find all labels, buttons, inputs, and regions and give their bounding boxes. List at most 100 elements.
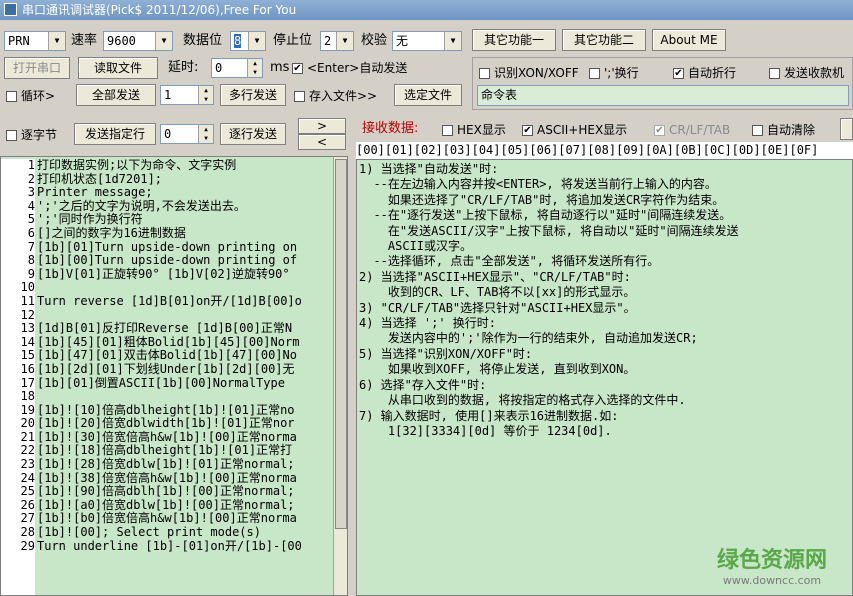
line-number: 9	[27, 266, 35, 281]
line-number: 11	[20, 293, 35, 308]
editor-line[interactable]: Printer message;	[37, 186, 333, 200]
editor-line[interactable]: [1b]![00]; Select print mode(s)	[37, 525, 333, 540]
send-specified-line-button[interactable]: 发送指定行	[74, 123, 156, 145]
arrow-left-button[interactable]: <	[298, 134, 346, 150]
editor-line[interactable]: []之间的数字为16进制数据	[37, 226, 333, 241]
chevron-down-icon[interactable]: ▼	[444, 32, 461, 50]
editor-line[interactable]: 打印机状态[1d7201];	[37, 172, 333, 187]
chevron-down-icon[interactable]: ▼	[248, 32, 265, 50]
clear-button[interactable]	[840, 118, 853, 140]
editor-line[interactable]: [1b][00]Turn upside-down printing of	[37, 254, 333, 268]
databits-select[interactable]: 8 ▼	[230, 31, 266, 51]
read-file-button[interactable]: 读取文件	[78, 57, 158, 79]
loop-count-input[interactable]: 1 ▲ ▼	[160, 85, 214, 105]
editor-line[interactable]	[37, 309, 333, 323]
hex-column-header: [00][01][02][03][04][05][06][07][08][09]…	[356, 142, 853, 159]
other-func2-button[interactable]: 其它功能二	[562, 29, 646, 51]
spinner-icon[interactable]: ▲ ▼	[198, 125, 213, 143]
baud-select[interactable]: 9600 ▼	[103, 31, 173, 51]
port-select[interactable]: PRN ▼	[4, 31, 66, 51]
line-by-line-button[interactable]: 逐行发送	[220, 123, 286, 145]
receive-panel[interactable]: 1) 当选择"自动发送"时: --在左边输入内容并按<ENTER>, 将发送当前…	[356, 159, 853, 596]
crlftab-checkbox[interactable]: ✔ CR/LF/TAB	[654, 120, 730, 140]
window-title: 串口通讯调试器(Pick$ 2011/12/06),Free For You	[22, 3, 297, 17]
chevron-down-icon[interactable]: ▼	[336, 32, 353, 50]
receive-line: 5) 当选择"识别XON/XOFF"时:	[359, 346, 533, 361]
checkbox-checked-icon[interactable]: ✔	[522, 125, 533, 136]
send-text[interactable]: 打印数据实例;以下为命令、文字实例 打印机状态[1d7201]; Printer m…	[37, 159, 333, 595]
about-button[interactable]: About ME	[652, 29, 726, 51]
checkbox-checked-icon[interactable]: ✔	[654, 125, 665, 136]
command-table-field[interactable]: 命令表	[477, 85, 849, 106]
checkbox-checked-icon[interactable]: ✔	[292, 63, 303, 74]
checkbox-icon[interactable]	[6, 130, 17, 141]
receive-data-label: 接收数据:	[362, 121, 419, 136]
parity-select[interactable]: 无 ▼	[392, 31, 462, 51]
editor-line[interactable]: [1b][01]倒置ASCII[1b][00]NormalType	[37, 376, 333, 391]
editor-line[interactable]: [1b][2d][01]下划线Under[1b][2d][00]无	[37, 362, 333, 377]
autowrap-checkbox[interactable]: ✔ 自动折行	[673, 63, 736, 83]
spinner-icon[interactable]: ▲ ▼	[247, 59, 262, 77]
editor-line[interactable]: ';'同时作为换行符	[37, 213, 333, 227]
editor-line[interactable]	[37, 390, 333, 404]
other-func1-button[interactable]: 其它功能一	[472, 29, 556, 51]
checkbox-checked-icon[interactable]: ✔	[673, 68, 684, 79]
line-number-input[interactable]: 0 ▲ ▼	[160, 124, 214, 144]
receive-line: 从串口收到的数据, 将按指定的格式存入选择的文件中.	[359, 393, 686, 408]
send-editor[interactable]: 1 2 3 4 5 6 7 8 9 10 11 12 13 14 15 16 17 18 19 20 21 22 23 24 2…	[0, 156, 348, 596]
editor-line[interactable]: [1b]![90]倍高dblh[1b]![00]正常normal;	[37, 485, 333, 499]
multi-send-button[interactable]: 多行发送	[220, 84, 286, 106]
checkbox-icon[interactable]	[589, 68, 600, 79]
databits-label: 数据位	[183, 33, 223, 48]
editor-line[interactable]: [1b]V[01]正旋转90° [1b]V[02]逆旋转90°	[37, 267, 333, 282]
editor-line[interactable]: [1b]![28]倍宽dblw[1b]![01]正常normal;	[37, 457, 333, 472]
send-log-checkbox[interactable]: 发送收款机	[769, 63, 844, 83]
chevron-down-icon[interactable]: ▼	[155, 32, 172, 50]
checkbox-icon[interactable]	[769, 68, 780, 79]
editor-line[interactable]: Turn reverse [1d]B[01]on开/[1d]B[00]o	[37, 294, 333, 309]
checkbox-icon[interactable]	[479, 68, 490, 79]
xon-xoff-checkbox[interactable]: 识别XON/XOFF	[479, 63, 579, 83]
receive-line: 6) 选择"存入文件"时:	[359, 377, 487, 392]
line-number: 1	[27, 158, 35, 172]
line-numbers: 1 2 3 4 5 6 7 8 9 10 11 12 13 14 15 16 17 18 19 20 21 22 23 24 2…	[1, 158, 35, 595]
editor-line[interactable]: [1b]![20]倍宽dblwidth[1b]![01]正常nor	[37, 417, 333, 431]
byte-by-byte-checkbox[interactable]: 逐字节	[6, 125, 57, 145]
hex-display-checkbox[interactable]: HEX显示	[442, 120, 506, 140]
checkbox-icon[interactable]	[752, 125, 763, 136]
receive-line: 4) 当选择 ';' 换行时:	[359, 316, 497, 331]
ascii-hex-checkbox[interactable]: ✔ ASCII+HEX显示	[522, 120, 627, 140]
editor-line[interactable]: Turn underline [1b]-[01]on开/[1b]-[00	[37, 539, 333, 554]
line-number: 21	[20, 429, 35, 444]
scrollbar-thumb[interactable]	[335, 159, 347, 529]
semicolon-newline-checkbox[interactable]: ';'换行	[589, 63, 639, 83]
send-all-button[interactable]: 全部发送	[76, 84, 156, 106]
enter-autosend-checkbox[interactable]: ✔ <Enter>自动发送	[292, 58, 407, 78]
checkbox-icon[interactable]	[442, 125, 453, 136]
chevron-down-icon[interactable]: ▼	[48, 32, 65, 50]
editor-line[interactable]: [1b][01]Turn upside-down printing on	[37, 240, 333, 255]
editor-line[interactable]: [1b][45][01]粗体Bolid[1b][45][00]Norm	[37, 335, 333, 350]
checkbox-icon[interactable]	[6, 91, 17, 102]
editor-line[interactable]	[37, 281, 333, 295]
delay-input[interactable]: 0 ▲ ▼	[211, 58, 263, 78]
arrow-right-button[interactable]: >	[298, 118, 346, 134]
line-number: 19	[20, 402, 35, 417]
editor-line[interactable]: [1b]![b0]倍宽倍高h&w[1b]![00]正常norma	[37, 512, 333, 526]
editor-scrollbar[interactable]	[333, 157, 347, 595]
loop-checkbox[interactable]: 循环>	[6, 86, 55, 106]
open-port-button[interactable]: 打开串口	[4, 57, 70, 79]
checkbox-icon[interactable]	[294, 91, 305, 102]
spinner-icon[interactable]: ▲ ▼	[198, 86, 213, 104]
editor-line[interactable]: [1d]B[01]反打印Reverse [1d]B[00]正常N	[37, 322, 333, 336]
editor-line[interactable]: [1b][47][01]双击体Bolid[1b][47][00]No	[37, 349, 333, 363]
watermark-brand: 绿色资源网	[717, 548, 828, 573]
line-number: 22	[20, 443, 35, 458]
save-file-checkbox[interactable]: 存入文件>>	[294, 86, 377, 106]
stopbits-select[interactable]: 2 ▼	[320, 31, 354, 51]
auto-clear-checkbox[interactable]: 自动清除	[752, 120, 815, 140]
line-number: 27	[20, 511, 35, 526]
editor-line[interactable]: 打印数据实例;以下为命令、文字实例	[37, 159, 333, 173]
choose-file-button[interactable]: 选定文件	[394, 84, 462, 106]
line-number: 8	[27, 253, 35, 268]
